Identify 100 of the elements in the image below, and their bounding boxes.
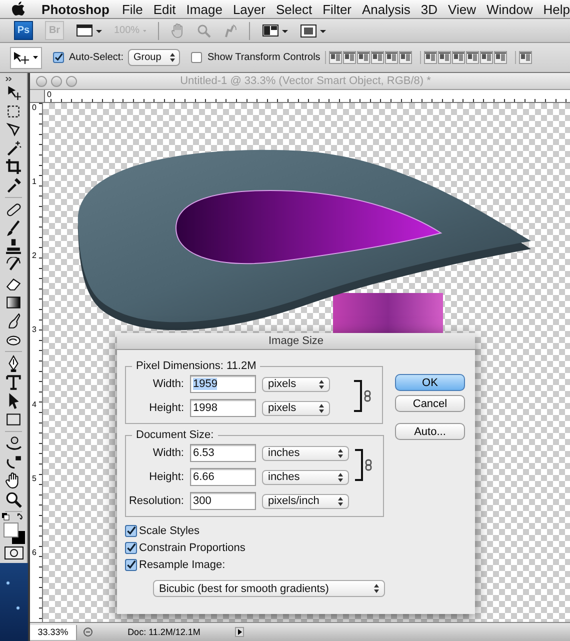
align-icon[interactable] [371, 51, 384, 64]
updown-arrow-icon [319, 380, 324, 388]
menu-item[interactable]: Select [276, 2, 312, 16]
align-icon[interactable] [357, 51, 370, 64]
unit-dropdown[interactable]: inches [262, 470, 349, 484]
brush-icon[interactable] [5, 220, 22, 237]
menu-item[interactable]: Window [486, 2, 533, 16]
align-icon[interactable] [399, 51, 412, 64]
screen-mode-icon[interactable] [300, 24, 326, 38]
value-field[interactable]: 6.53 [190, 444, 256, 462]
field-label: Width: [152, 447, 184, 459]
dialog-title: Image Size [117, 333, 475, 350]
quick-mask-icon[interactable] [4, 546, 24, 560]
checkbox[interactable] [191, 52, 202, 63]
menu-item[interactable]: File [122, 2, 143, 16]
align-icon[interactable] [452, 51, 466, 64]
magic-wand-icon[interactable] [5, 140, 22, 157]
field-label: Height: [148, 471, 184, 483]
updown-arrow-icon [338, 496, 343, 506]
dialog-button[interactable]: Auto... [395, 423, 465, 440]
color-swatches-icon[interactable] [0, 512, 26, 546]
target-dropdown[interactable]: Group [128, 49, 180, 66]
ruler-number: 0 [46, 90, 52, 101]
menu-item[interactable]: 3D [420, 2, 438, 16]
menu-item[interactable]: Analysis [362, 2, 410, 16]
group-label: Pixel Dimensions: [136, 360, 224, 372]
crop-icon[interactable] [5, 158, 22, 176]
document-title: Untitled-1 @ 33.3% (Vector Smart Object, RGB/8) * [179, 75, 432, 87]
resample-method-dropdown[interactable]: Bicubic (best for smooth gradients) [153, 580, 385, 597]
field-label: Resolution: [128, 495, 184, 507]
pixel-total: 11.2M [226, 360, 256, 372]
ruler-number: 2 [31, 251, 38, 262]
group-label: Document Size: [136, 429, 214, 441]
play-arrow-icon[interactable] [235, 627, 244, 637]
unit-dropdown[interactable]: pixels/inch [262, 494, 349, 508]
checkbox-label: Resample Image: [139, 558, 226, 572]
dialog-button[interactable]: Cancel [395, 395, 465, 412]
align-icon[interactable] [424, 51, 438, 64]
marquee-icon[interactable] [5, 102, 22, 120]
menu-item[interactable]: Image [186, 2, 222, 16]
rotate-3d-icon[interactable] [5, 434, 22, 452]
align-icon[interactable] [494, 51, 508, 64]
checkbox[interactable] [125, 559, 137, 571]
ruler-number: 5 [31, 474, 38, 485]
magnifier-icon[interactable] [5, 490, 22, 508]
type-tool-icon[interactable] [5, 374, 22, 391]
checkbox[interactable] [125, 525, 137, 537]
align-icon[interactable] [438, 51, 452, 64]
checkbox[interactable] [53, 52, 64, 63]
launcher-button[interactable]: Ps [14, 21, 33, 40]
menu-item[interactable]: View [448, 2, 476, 16]
checkbox[interactable] [125, 542, 137, 554]
menu-item[interactable]: Help [543, 2, 570, 16]
ruler-number: 6 [31, 548, 38, 559]
updown-arrow-icon [338, 472, 343, 482]
align-icon[interactable] [385, 51, 398, 64]
checkbox-label: Auto-Select: [69, 52, 124, 63]
gradient-icon[interactable] [5, 294, 22, 311]
link-bracket-icon[interactable] [355, 449, 373, 481]
unit-dropdown[interactable]: pixels [262, 400, 330, 416]
updown-arrow-icon [170, 53, 176, 62]
ruler-number: 1 [31, 177, 38, 188]
arrow-move-icon[interactable] [5, 84, 22, 101]
dialog-button[interactable]: OK [395, 374, 465, 391]
checkbox-label: Scale Styles [139, 524, 200, 538]
align-icon[interactable] [343, 51, 356, 64]
checkbox-label: Show Transform Controls [207, 52, 320, 63]
value-field[interactable]: 1959 [190, 375, 256, 393]
value-field[interactable]: 6.66 [190, 468, 256, 486]
updown-arrow-icon [374, 584, 379, 593]
zoom-field[interactable]: 33.33% [30, 624, 77, 640]
menu-item[interactable]: Filter [322, 2, 352, 16]
unit-dropdown[interactable]: pixels [262, 376, 330, 392]
app-menu[interactable]: Photoshop [42, 2, 110, 16]
value-field[interactable]: 1998 [190, 399, 256, 417]
stamp-icon[interactable] [5, 238, 22, 256]
link-bracket-icon[interactable] [354, 380, 372, 412]
arrange-documents-icon[interactable] [262, 24, 288, 38]
document-size-info: Doc: 11.2M/12.1M [126, 627, 202, 637]
ruler-number: 4 [31, 400, 38, 411]
unit-dropdown[interactable]: inches [262, 446, 349, 460]
align-icon[interactable] [519, 51, 532, 64]
align-icon[interactable] [480, 51, 494, 64]
apple-logo-icon[interactable] [12, 1, 26, 17]
rectangle-icon[interactable] [5, 410, 22, 428]
screen-layout-icon[interactable] [76, 24, 102, 38]
caret-icon [33, 56, 38, 59]
eyedropper-icon[interactable] [5, 176, 22, 194]
ruler-number: 0 [31, 103, 38, 114]
updown-arrow-icon [338, 448, 343, 458]
menu-item[interactable]: Layer [232, 2, 266, 16]
align-icon[interactable] [466, 51, 480, 64]
field-label: Width: [152, 378, 184, 390]
align-icon[interactable] [329, 51, 342, 64]
value-field[interactable]: 300 [190, 492, 256, 510]
lasso-icon[interactable] [5, 121, 22, 138]
updown-arrow-icon [319, 404, 324, 412]
tool-preset-picker[interactable] [10, 46, 42, 68]
menu-item[interactable]: Edit [153, 2, 176, 16]
ruler-number: 3 [31, 325, 38, 336]
